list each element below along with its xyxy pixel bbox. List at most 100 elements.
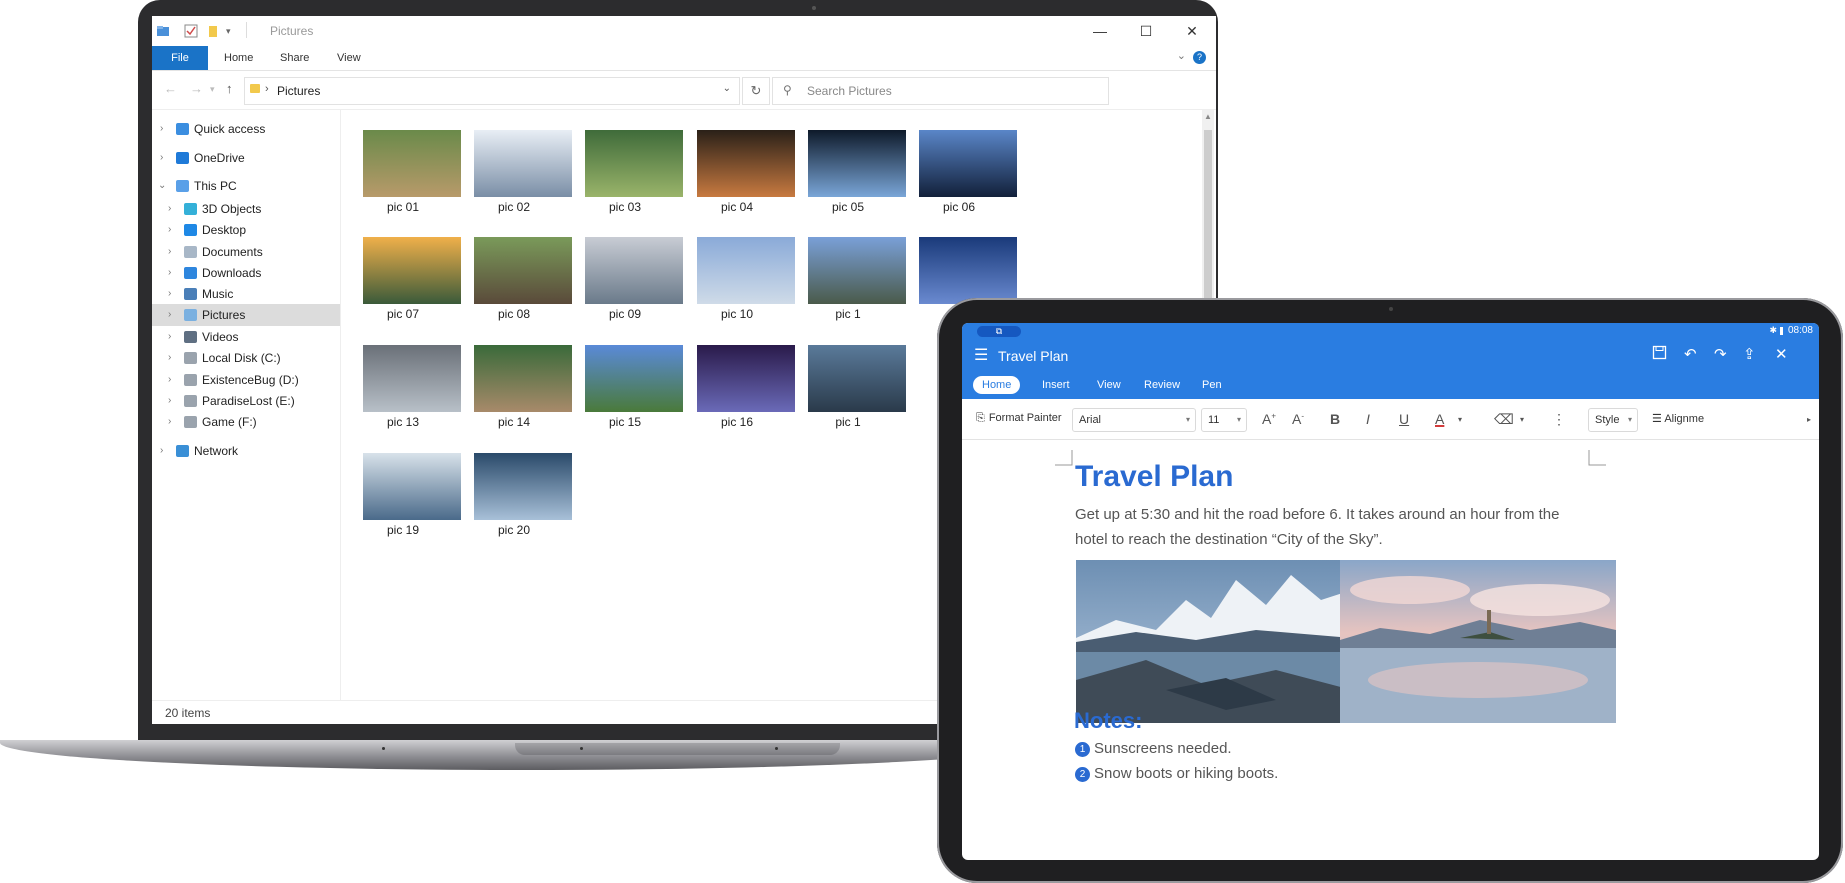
highlight-icon[interactable]: ⌫ bbox=[1494, 411, 1514, 428]
more-options-icon[interactable]: ⋮ bbox=[1552, 411, 1566, 428]
sidebar-item-music[interactable]: › Music bbox=[152, 283, 340, 305]
share-icon[interactable]: ⇪ bbox=[1743, 345, 1756, 363]
underline-button[interactable]: U bbox=[1399, 411, 1409, 427]
font-color-button[interactable]: A bbox=[1435, 411, 1444, 427]
file-thumbnail[interactable]: pic 08 bbox=[474, 237, 574, 337]
help-icon[interactable]: ? bbox=[1193, 51, 1206, 64]
file-thumbnail[interactable]: pic 19 bbox=[363, 453, 463, 553]
file-thumbnail[interactable]: pic 05 bbox=[808, 130, 908, 230]
sidebar-item-downloads[interactable]: › Downloads bbox=[152, 262, 340, 284]
file-thumbnail[interactable]: pic 10 bbox=[697, 237, 797, 337]
tab-pen[interactable]: Pen bbox=[1193, 376, 1231, 394]
alignment-button[interactable]: ☰ Alignme bbox=[1652, 412, 1704, 425]
tab-view[interactable]: View bbox=[337, 46, 361, 70]
toolbar-more-icon[interactable]: ▸ bbox=[1807, 415, 1811, 424]
tab-insert[interactable]: Insert bbox=[1033, 376, 1079, 394]
tab-file[interactable]: File bbox=[152, 46, 208, 70]
italic-button[interactable]: I bbox=[1366, 411, 1370, 427]
back-icon[interactable]: ← bbox=[164, 81, 177, 96]
file-thumbnail[interactable]: pic 03 bbox=[585, 130, 685, 230]
chevron-down-icon[interactable]: ⌄ bbox=[158, 175, 166, 197]
undo-icon[interactable]: ↶ bbox=[1684, 345, 1697, 363]
increase-font-icon[interactable]: A+ bbox=[1262, 411, 1276, 427]
chevron-right-icon[interactable]: › bbox=[168, 262, 171, 284]
chevron-right-icon[interactable]: › bbox=[168, 283, 171, 305]
font-size-select[interactable]: 11 ▾ bbox=[1201, 408, 1247, 432]
onedrive-icon bbox=[176, 152, 189, 164]
document-page[interactable]: Travel Plan Get up at 5:30 and hit the r… bbox=[962, 440, 1819, 860]
tab-review[interactable]: Review bbox=[1135, 376, 1189, 394]
chevron-right-icon[interactable]: › bbox=[160, 440, 163, 462]
font-color-dropdown-icon[interactable]: ▾ bbox=[1458, 415, 1462, 424]
bold-button[interactable]: B bbox=[1330, 411, 1340, 427]
save-icon[interactable] bbox=[1652, 345, 1667, 364]
file-thumbnail[interactable]: pic 04 bbox=[697, 130, 797, 230]
file-thumbnail[interactable]: pic 15 bbox=[585, 345, 685, 445]
highlight-dropdown-icon[interactable]: ▾ bbox=[1520, 415, 1524, 424]
tab-home[interactable]: Home bbox=[973, 376, 1021, 394]
file-thumbnail[interactable]: pic 14 bbox=[474, 345, 574, 445]
close-icon[interactable]: ✕ bbox=[1174, 20, 1210, 42]
scroll-up-icon[interactable]: ▲ bbox=[1204, 112, 1212, 121]
sidebar-item-network[interactable]: › Network bbox=[152, 440, 340, 462]
address-path[interactable]: Pictures bbox=[277, 84, 320, 98]
redo-icon[interactable]: ↷ bbox=[1714, 345, 1727, 363]
new-folder-icon[interactable] bbox=[206, 24, 220, 38]
chevron-right-icon[interactable]: › bbox=[160, 147, 163, 169]
close-document-icon[interactable]: ✕ bbox=[1775, 345, 1788, 363]
sidebar-item-paradiselost-e[interactable]: › ParadiseLost (E:) bbox=[152, 390, 340, 412]
minimize-icon[interactable]: — bbox=[1082, 20, 1118, 42]
file-thumbnail[interactable]: pic 06 bbox=[919, 130, 1019, 230]
properties-icon[interactable] bbox=[184, 24, 198, 38]
expand-ribbon-icon[interactable]: ⌄ bbox=[1177, 49, 1186, 62]
file-thumbnail[interactable]: pic 01 bbox=[363, 130, 463, 230]
chevron-right-icon[interactable]: › bbox=[168, 304, 171, 326]
chevron-right-icon[interactable]: › bbox=[168, 241, 171, 263]
sidebar-item-game-f[interactable]: › Game (F:) bbox=[152, 411, 340, 433]
chevron-down-icon[interactable]: ⌄ bbox=[723, 83, 731, 94]
sidebar-item-quick-access[interactable]: › Quick access bbox=[152, 118, 340, 140]
address-bar[interactable]: › Pictures ⌄ bbox=[244, 77, 740, 105]
font-family-select[interactable]: Arial ▾ bbox=[1072, 408, 1196, 432]
sidebar-item-pictures[interactable]: › Pictures bbox=[152, 304, 340, 326]
chevron-right-icon[interactable]: › bbox=[168, 411, 171, 433]
file-thumbnail[interactable]: pic 20 bbox=[474, 453, 574, 553]
file-thumbnail[interactable]: pic 09 bbox=[585, 237, 685, 337]
tab-share[interactable]: Share bbox=[280, 46, 309, 70]
menu-icon[interactable]: ☰ bbox=[974, 345, 988, 365]
file-thumbnail[interactable]: pic 1 bbox=[808, 237, 908, 337]
tab-view[interactable]: View bbox=[1088, 376, 1130, 394]
sidebar-item-3d-objects[interactable]: › 3D Objects bbox=[152, 198, 340, 220]
file-thumbnail[interactable]: pic 13 bbox=[363, 345, 463, 445]
file-thumbnail[interactable]: pic 07 bbox=[363, 237, 463, 337]
up-icon[interactable]: ↑ bbox=[226, 81, 233, 96]
recent-locations-icon[interactable]: ▾ bbox=[210, 84, 215, 95]
chevron-right-icon[interactable]: › bbox=[168, 347, 171, 369]
multi-screen-icon[interactable]: ⧉ bbox=[977, 326, 1021, 337]
style-select[interactable]: Style ▾ bbox=[1588, 408, 1638, 432]
file-thumbnail[interactable]: pic 16 bbox=[697, 345, 797, 445]
maximize-icon[interactable]: ☐ bbox=[1128, 20, 1164, 42]
customize-toolbar-icon[interactable]: ▾ bbox=[226, 24, 240, 38]
sidebar-item-this-pc[interactable]: ⌄ This PC bbox=[152, 175, 340, 197]
tab-home[interactable]: Home bbox=[224, 46, 253, 70]
refresh-icon[interactable]: ↻ bbox=[742, 77, 770, 105]
chevron-right-icon[interactable]: › bbox=[168, 198, 171, 220]
chevron-right-icon[interactable]: › bbox=[160, 118, 163, 140]
sidebar-item-documents[interactable]: › Documents bbox=[152, 241, 340, 263]
sidebar-item-desktop[interactable]: › Desktop bbox=[152, 219, 340, 241]
search-input[interactable]: ⚲ Search Pictures bbox=[772, 77, 1109, 105]
forward-icon[interactable]: → bbox=[190, 81, 203, 96]
chevron-right-icon[interactable]: › bbox=[168, 219, 171, 241]
chevron-right-icon[interactable]: › bbox=[168, 369, 171, 391]
file-thumbnail[interactable]: pic 02 bbox=[474, 130, 574, 230]
sidebar-item-local-disk-c[interactable]: › Local Disk (C:) bbox=[152, 347, 340, 369]
format-painter-button[interactable]: ⎘ Format Painter bbox=[976, 412, 1062, 425]
sidebar-item-videos[interactable]: › Videos bbox=[152, 326, 340, 348]
sidebar-item-onedrive[interactable]: › OneDrive bbox=[152, 147, 340, 169]
sidebar-item-existencebug-d[interactable]: › ExistenceBug (D:) bbox=[152, 369, 340, 391]
file-thumbnail[interactable]: pic 1 bbox=[808, 345, 908, 445]
chevron-right-icon[interactable]: › bbox=[168, 390, 171, 412]
chevron-right-icon[interactable]: › bbox=[168, 326, 171, 348]
decrease-font-icon[interactable]: A- bbox=[1292, 411, 1304, 427]
